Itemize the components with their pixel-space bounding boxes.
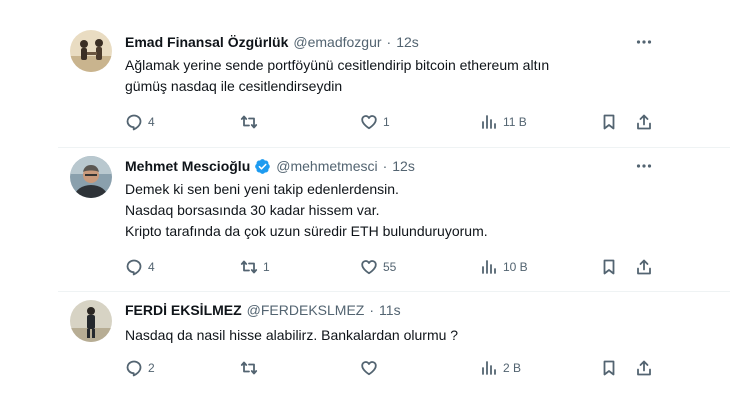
- retweet-button[interactable]: [240, 111, 263, 133]
- tweet[interactable]: Emad Finansal Özgürlük @emadfozgur · 12s…: [0, 0, 730, 148]
- tweet[interactable]: FERDİ EKSİLMEZ @FERDEKSLMEZ · 11s Nasdaq…: [0, 292, 730, 420]
- tweet-text-line: Nasdaq borsasında 30 kadar hissem var.: [125, 202, 380, 218]
- like-button[interactable]: 55: [360, 256, 396, 278]
- tweet-text: Nasdaq da nasil hisse alabilirz. Bankala…: [125, 325, 645, 346]
- tweet-actions: 4 1 55 10 B: [125, 256, 665, 278]
- like-button[interactable]: [360, 357, 383, 379]
- retweet-count: 1: [263, 260, 270, 274]
- timestamp[interactable]: 12s: [396, 34, 419, 50]
- views-button[interactable]: 10 B: [480, 256, 528, 278]
- views-count: 10 B: [503, 260, 528, 274]
- reply-feed: Emad Finansal Özgürlük @emadfozgur · 12s…: [0, 0, 730, 420]
- share-button[interactable]: [635, 256, 653, 278]
- views-button[interactable]: 11 B: [480, 111, 527, 133]
- views-icon: [482, 260, 496, 274]
- tweet[interactable]: Mehmet Mescioğlu @mehmetmesci · 12s Deme…: [0, 148, 730, 292]
- author-handle[interactable]: @emadfozgur: [293, 34, 381, 50]
- retweet-button[interactable]: [240, 357, 263, 379]
- retweet-button[interactable]: 1: [240, 256, 270, 278]
- like-icon: [361, 260, 377, 275]
- verified-icon: [255, 158, 271, 174]
- like-count: 55: [383, 260, 397, 274]
- tweet-text-line: Demek ki sen beni yeni takip edenlerdens…: [125, 181, 399, 197]
- tweet-text-line: Ağlamak yerine sende portföyünü cesitlen…: [125, 57, 550, 73]
- timestamp[interactable]: 12s: [392, 158, 415, 174]
- bookmark-icon: [603, 259, 615, 275]
- avatar[interactable]: [70, 300, 112, 342]
- retweet-icon: [240, 361, 258, 375]
- more-icon: [636, 164, 652, 168]
- tweet-header: Mehmet Mescioğlu @mehmetmesci · 12s: [125, 156, 415, 176]
- views-count: 11 B: [503, 115, 527, 129]
- reply-button[interactable]: 4: [125, 111, 155, 133]
- like-button[interactable]: 1: [360, 111, 390, 133]
- separator: ·: [382, 158, 388, 174]
- tweet-header: Emad Finansal Özgürlük @emadfozgur · 12s: [125, 32, 419, 52]
- author-name[interactable]: Emad Finansal Özgürlük: [125, 34, 288, 50]
- more-icon: [636, 40, 652, 44]
- author-name[interactable]: Mehmet Mescioğlu: [125, 158, 250, 174]
- reply-icon: [126, 259, 142, 276]
- views-count: 2 B: [503, 361, 522, 375]
- views-icon: [482, 115, 496, 129]
- more-button[interactable]: [634, 32, 654, 52]
- tweet-actions: 2 2 B: [125, 357, 665, 379]
- tweet-header: FERDİ EKSİLMEZ @FERDEKSLMEZ · 11s: [125, 300, 401, 320]
- tweet-text: Demek ki sen beni yeni takip edenlerdens…: [125, 179, 645, 242]
- separator: ·: [386, 34, 392, 50]
- like-count: 1: [383, 115, 390, 129]
- share-button[interactable]: [635, 111, 653, 133]
- reply-icon: [126, 360, 142, 377]
- author-handle[interactable]: @mehmetmesci: [276, 158, 377, 174]
- reply-count: 4: [148, 115, 155, 129]
- reply-count: 4: [148, 260, 155, 274]
- author-name[interactable]: FERDİ EKSİLMEZ: [125, 302, 242, 318]
- bookmark-icon: [603, 360, 615, 376]
- separator: ·: [369, 302, 375, 318]
- reply-icon: [126, 114, 142, 131]
- tweet-text-line: gümüş nasdaq ile cesitlendirseydin: [125, 78, 343, 94]
- reply-button[interactable]: 4: [125, 256, 155, 278]
- timestamp[interactable]: 11s: [379, 302, 401, 318]
- reply-button[interactable]: 2: [125, 357, 155, 379]
- like-icon: [361, 361, 377, 376]
- views-button[interactable]: 2 B: [480, 357, 521, 379]
- avatar[interactable]: [70, 156, 112, 198]
- bookmark-icon: [603, 114, 615, 130]
- tweet-text-line: Nasdaq da nasil hisse alabilirz. Bankala…: [125, 327, 459, 343]
- retweet-icon: [240, 260, 258, 274]
- share-icon: [637, 259, 651, 275]
- share-icon: [637, 114, 651, 130]
- bookmark-button[interactable]: [600, 256, 618, 278]
- tweet-text-line: Kripto tarafında da çok uzun süredir ETH…: [125, 223, 488, 239]
- views-icon: [482, 361, 496, 375]
- author-handle[interactable]: @FERDEKSLMEZ: [247, 302, 365, 318]
- share-icon: [637, 360, 651, 376]
- bookmark-button[interactable]: [600, 111, 618, 133]
- tweet-text: Ağlamak yerine sende portföyünü cesitlen…: [125, 55, 645, 97]
- tweet-actions: 4 1 11 B: [125, 111, 665, 133]
- more-button[interactable]: [634, 156, 654, 176]
- avatar[interactable]: [70, 30, 112, 72]
- like-icon: [361, 115, 377, 130]
- bookmark-button[interactable]: [600, 357, 618, 379]
- reply-count: 2: [148, 361, 155, 375]
- retweet-icon: [240, 115, 258, 129]
- share-button[interactable]: [635, 357, 653, 379]
